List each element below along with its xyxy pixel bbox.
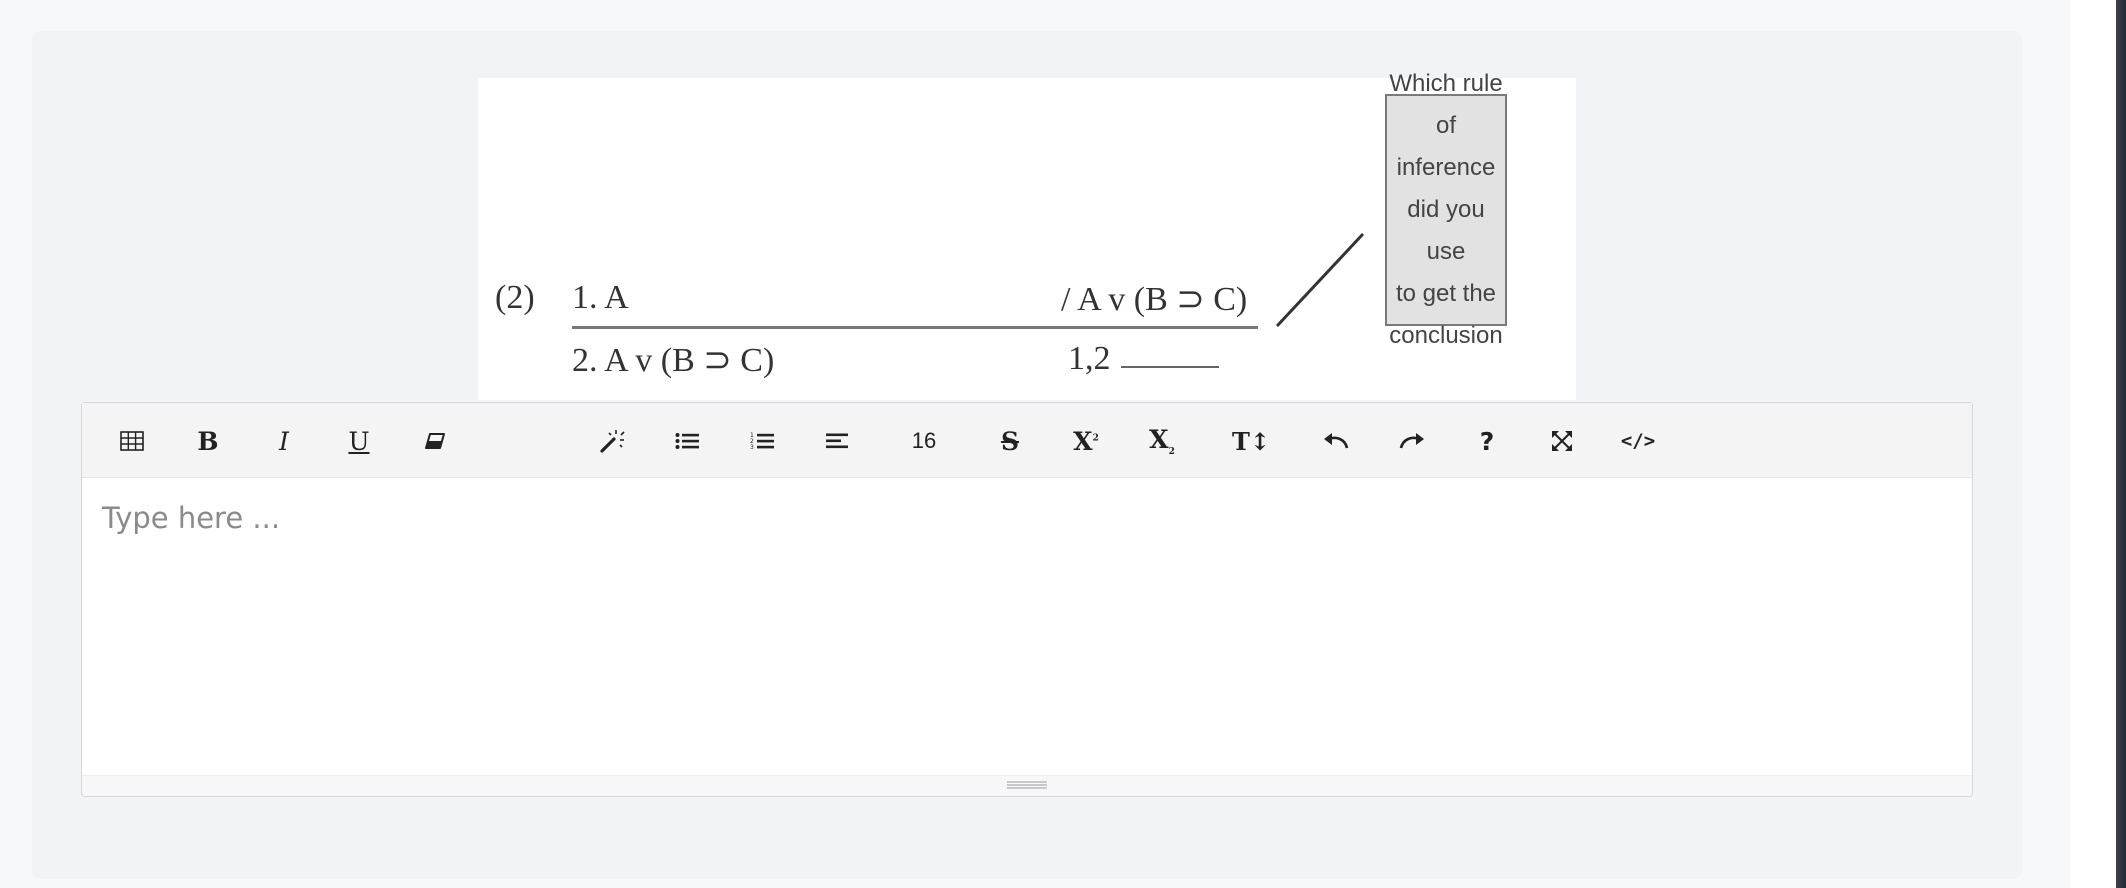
question-line: of inference [1396, 112, 1496, 181]
bold-icon: B [197, 426, 219, 456]
italic-icon: I [279, 426, 289, 456]
editor-statusbar [82, 775, 1972, 796]
italic-button[interactable]: I [262, 419, 306, 463]
subscript-icon: X2 [1149, 425, 1175, 457]
rich-text-editor: B I U 1 2 3 16 S X2 X2 T↕ ? </> Type her… [81, 402, 1973, 797]
code-view-button[interactable]: </> [1614, 419, 1662, 463]
redo-button[interactable] [1390, 419, 1434, 463]
unordered-list-icon [675, 433, 699, 449]
line-height-button[interactable]: T↕ [1227, 419, 1275, 463]
editor-placeholder: Type here ... [102, 501, 281, 535]
svg-text:3: 3 [750, 444, 754, 451]
undo-button[interactable] [1314, 419, 1358, 463]
text-height-icon: T↕ [1232, 426, 1270, 456]
subscript-button[interactable]: X2 [1140, 419, 1184, 463]
superscript-icon: X2 [1073, 426, 1099, 456]
underline-icon: U [348, 426, 370, 456]
help-icon: ? [1479, 426, 1495, 456]
resize-grip-icon[interactable] [1007, 781, 1047, 789]
question-line: to get the [1395, 280, 1497, 307]
strikethrough-button[interactable]: S [988, 419, 1032, 463]
right-edge-panel [2070, 0, 2126, 888]
redo-icon [1399, 433, 1424, 449]
question-figure: (2) 1. A / A v (B ⊃ C) 2. A v (B ⊃ C) 1,… [478, 70, 1576, 400]
magic-wand-icon [600, 430, 625, 453]
font-size-value: 16 [911, 428, 937, 453]
eraser-icon [425, 433, 445, 449]
editor-toolbar: B I U 1 2 3 16 S X2 X2 T↕ ? </> [82, 403, 1972, 478]
align-button[interactable] [815, 419, 859, 463]
fullscreen-button[interactable] [1540, 419, 1584, 463]
bulleted-list-button[interactable] [665, 419, 709, 463]
undo-icon [1324, 433, 1349, 449]
code-icon: </> [1620, 430, 1656, 452]
question-line: conclusion [1389, 322, 1503, 349]
question-box: Which rule of inference did you use to g… [1385, 70, 1507, 349]
superscript-button[interactable]: X2 [1064, 419, 1108, 463]
fullscreen-icon [1552, 431, 1572, 451]
editor-content-area[interactable]: Type here ... [82, 477, 1972, 777]
question-line: did you use [1407, 196, 1485, 265]
font-size-dropdown[interactable]: 16 [902, 419, 946, 463]
numbered-list-button[interactable]: 1 2 3 [740, 419, 784, 463]
clear-format-button[interactable] [413, 419, 457, 463]
table-button[interactable] [110, 419, 154, 463]
table-icon [120, 431, 144, 451]
ordered-list-icon: 1 2 3 [750, 432, 774, 451]
underline-button[interactable]: U [337, 419, 381, 463]
bold-button[interactable]: B [186, 419, 230, 463]
strikethrough-icon: S [1000, 426, 1020, 456]
question-line: Which rule [1389, 70, 1503, 97]
help-button[interactable]: ? [1465, 419, 1509, 463]
align-icon [826, 433, 848, 449]
magic-format-button[interactable] [590, 419, 634, 463]
